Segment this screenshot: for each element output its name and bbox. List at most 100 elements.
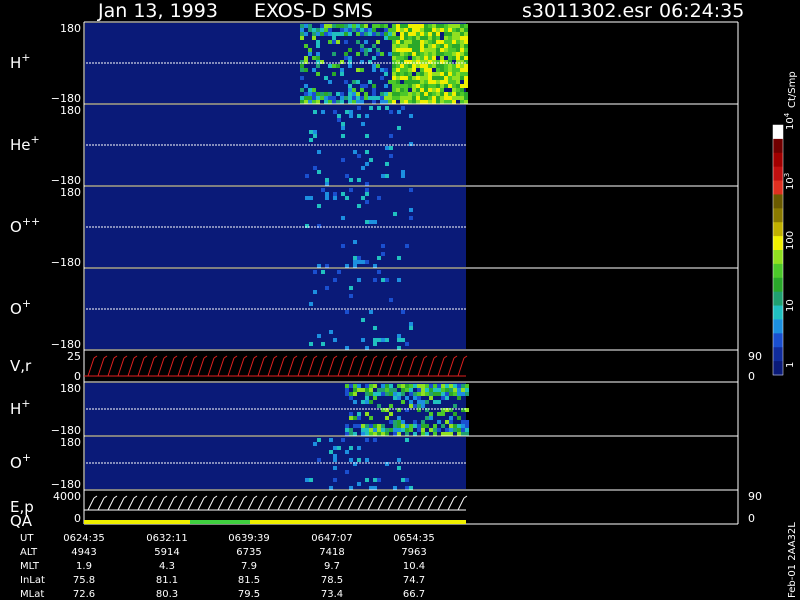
spectrogram-cell bbox=[413, 404, 417, 408]
spectrogram-cell bbox=[312, 36, 316, 40]
spectrogram-cell bbox=[388, 52, 392, 56]
panel-label-sup: + bbox=[21, 51, 30, 64]
spectrogram-cell bbox=[329, 330, 333, 334]
spectrogram-cell bbox=[352, 92, 356, 96]
spectrogram-cell bbox=[456, 36, 460, 40]
spectrogram-cell bbox=[412, 52, 416, 56]
spectrogram-cell bbox=[432, 40, 436, 44]
spectrogram-cell bbox=[424, 76, 428, 80]
spectrogram-cell bbox=[397, 256, 401, 260]
spectrogram-cell bbox=[392, 84, 396, 88]
spectrogram-cell bbox=[436, 68, 440, 72]
spectrogram-cell bbox=[304, 32, 308, 36]
spectrogram-cell bbox=[316, 56, 320, 60]
spectrogram-cell bbox=[444, 40, 448, 44]
spectrogram-cell bbox=[445, 388, 449, 392]
spectrogram-cell bbox=[448, 84, 452, 88]
spectrogram-cell bbox=[412, 32, 416, 36]
spectrogram-cell bbox=[448, 24, 452, 28]
colorbar-tick: 100 bbox=[785, 231, 796, 250]
spectrogram-cell bbox=[320, 32, 324, 36]
colorbar-tick: 10 bbox=[785, 299, 796, 312]
spectrogram-cell bbox=[420, 84, 424, 88]
vector-mark bbox=[373, 355, 378, 359]
spectrogram-cell bbox=[320, 96, 324, 100]
spectrogram-cell bbox=[352, 80, 356, 84]
spectrogram-cell bbox=[404, 76, 408, 80]
spectrogram-cell bbox=[432, 52, 436, 56]
time-row-value: 78.5 bbox=[321, 575, 343, 586]
spectrogram-cell bbox=[385, 384, 389, 388]
spectrogram-cell bbox=[420, 40, 424, 44]
spectrogram-cell bbox=[389, 412, 393, 416]
spectrogram-cell bbox=[400, 100, 404, 104]
spectrogram-cell bbox=[460, 88, 464, 92]
vector-mark bbox=[427, 497, 435, 511]
spectrogram-cell bbox=[452, 80, 456, 84]
spectrogram-cell bbox=[400, 28, 404, 32]
vector-mark bbox=[177, 497, 185, 511]
spectrogram-cell bbox=[368, 32, 372, 36]
spectrogram-cell bbox=[440, 64, 444, 68]
spectrogram-cell bbox=[404, 56, 408, 60]
spectrogram-cell bbox=[309, 302, 313, 306]
time-row-value: 0632:11 bbox=[146, 533, 188, 544]
spectrogram-cell bbox=[441, 384, 445, 388]
spectrogram-cell bbox=[404, 100, 408, 104]
vector-mark bbox=[143, 355, 148, 359]
spectrogram-cell bbox=[440, 88, 444, 92]
spectrogram-cell bbox=[365, 396, 369, 400]
spectrogram-cell bbox=[324, 24, 328, 28]
spectrogram-cell bbox=[372, 84, 376, 88]
spectrogram-cell bbox=[404, 32, 408, 36]
spectrogram-cell bbox=[397, 466, 401, 470]
spectrogram-cell bbox=[460, 68, 464, 72]
spectrogram-cell bbox=[373, 424, 377, 428]
spectrogram-cell bbox=[428, 64, 432, 68]
spectrogram-cell bbox=[428, 28, 432, 32]
spectrogram-cell bbox=[417, 392, 421, 396]
spectrogram-cell bbox=[408, 36, 412, 40]
spectrogram-cell bbox=[409, 188, 413, 192]
spectrogram-cell bbox=[300, 64, 304, 68]
time-row-value: 7418 bbox=[319, 547, 344, 558]
vector-mark bbox=[317, 497, 325, 511]
spectrogram-cell bbox=[313, 166, 317, 170]
spectrogram-cell bbox=[345, 388, 349, 392]
spectrogram-cell bbox=[377, 392, 381, 396]
spectrogram-cell bbox=[416, 92, 420, 96]
spectrogram-cell bbox=[389, 134, 393, 138]
spectrogram-cell bbox=[313, 134, 317, 138]
spectrogram-cell bbox=[420, 64, 424, 68]
spectrogram-cell bbox=[409, 388, 413, 392]
spectrogram-cell bbox=[380, 68, 384, 72]
spectrogram-cell bbox=[440, 76, 444, 80]
spectrogram-cell bbox=[361, 338, 365, 342]
vector-mark bbox=[223, 495, 228, 499]
spectrogram-cell bbox=[440, 72, 444, 76]
time-row-value: 0639:39 bbox=[228, 533, 270, 544]
spectrogram-cell bbox=[317, 170, 321, 174]
spectrogram-cell bbox=[365, 188, 369, 192]
spectrogram-cell bbox=[397, 110, 401, 114]
spectrogram-cell bbox=[357, 106, 361, 110]
panel-label: H+ bbox=[10, 51, 31, 72]
panel-label: H+ bbox=[10, 397, 31, 418]
vector-mark bbox=[247, 357, 255, 377]
spectrogram-cell bbox=[428, 92, 432, 96]
spectrogram-cell bbox=[464, 72, 468, 76]
spectrogram-cell bbox=[325, 182, 329, 186]
spectrogram-cell bbox=[464, 96, 468, 100]
colorbar-swatch bbox=[773, 125, 783, 140]
spectrogram-cell bbox=[432, 84, 436, 88]
spectrogram-cell bbox=[465, 432, 469, 436]
spectrogram-cell bbox=[401, 478, 405, 482]
spectrogram-cell bbox=[316, 44, 320, 48]
spectrogram-cell bbox=[396, 24, 400, 28]
spectrogram-cell bbox=[316, 100, 320, 104]
spectrogram-cell bbox=[384, 32, 388, 36]
spectrogram-cell bbox=[460, 36, 464, 40]
spectrogram-cell bbox=[332, 96, 336, 100]
vector-mark bbox=[333, 495, 338, 499]
spectrogram-cell bbox=[312, 56, 316, 60]
